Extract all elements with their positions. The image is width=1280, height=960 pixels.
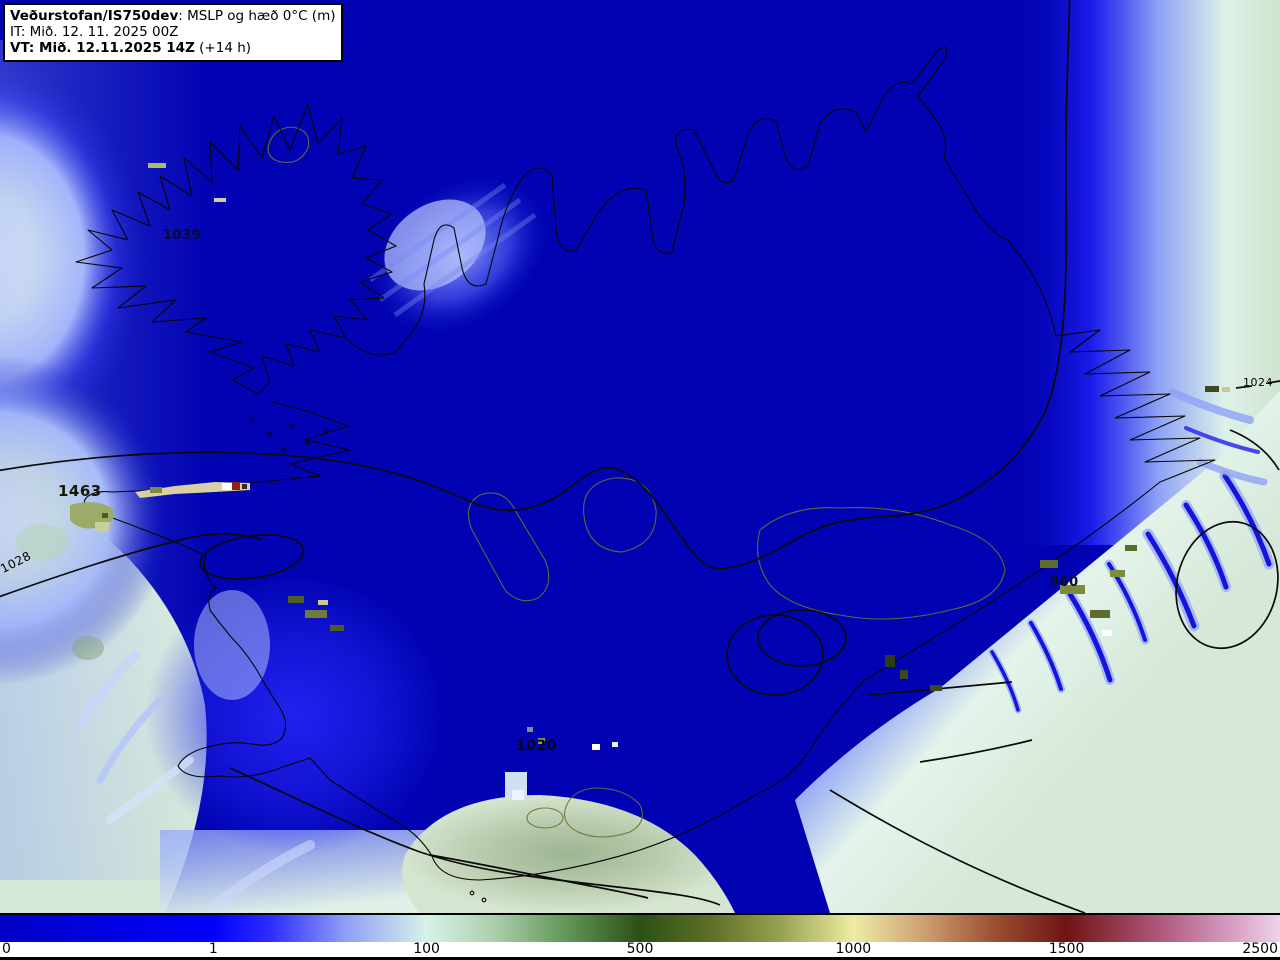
map-area: 1039 1463 1024 1028 1020 960 Veðurstofan/IS75…	[0, 0, 1280, 913]
init-time: IT: Mið. 12. 11. 2025 00Z	[10, 24, 179, 40]
map-value-label-1020: 1020	[516, 738, 557, 754]
colorbar-tick-500: 500	[626, 941, 654, 957]
colorbar-tick-100: 100	[413, 941, 440, 957]
map-value-label-1463: 1463	[58, 482, 102, 500]
colorbar-tick-0: 0	[2, 941, 11, 957]
weather-map-page: 1039 1463 1024 1028 1020 960 Veðurstofan/IS75…	[0, 0, 1280, 960]
title-box: Veðurstofan/IS750dev: MSLP og hæð 0°C (m…	[3, 3, 344, 62]
map-value-label-1039: 1039	[163, 228, 202, 243]
map-value-label-1024: 1024	[1243, 376, 1273, 389]
gradient-field	[0, 0, 1280, 913]
map-graphic	[0, 0, 1280, 913]
colorbar: 0 1 100 500 1000 1500 2500	[0, 913, 1280, 960]
product-name: : MSLP og hæð 0°C (m)	[178, 8, 336, 24]
title-line-3: VT: Mið. 12.11.2025 14Z (+14 h)	[10, 40, 335, 56]
colorbar-tick-1: 1	[208, 941, 218, 957]
model-name: Veðurstofan/IS750dev	[10, 8, 179, 24]
lead-time: (+14 h)	[194, 40, 252, 56]
colorbar-gradient	[0, 915, 1280, 942]
map-value-label-960: 960	[1050, 575, 1079, 590]
colorbar-tick-1000: 1000	[835, 941, 872, 957]
colorbar-tick-2500: 2500	[1242, 941, 1278, 957]
colorbar-ticks: 0 1 100 500 1000 1500 2500	[0, 942, 1280, 957]
colorbar-tick-1500: 1500	[1048, 941, 1085, 957]
valid-time: VT: Mið. 12.11.2025 14Z	[10, 40, 195, 56]
title-line-1: Veðurstofan/IS750dev: MSLP og hæð 0°C (m…	[10, 8, 335, 24]
